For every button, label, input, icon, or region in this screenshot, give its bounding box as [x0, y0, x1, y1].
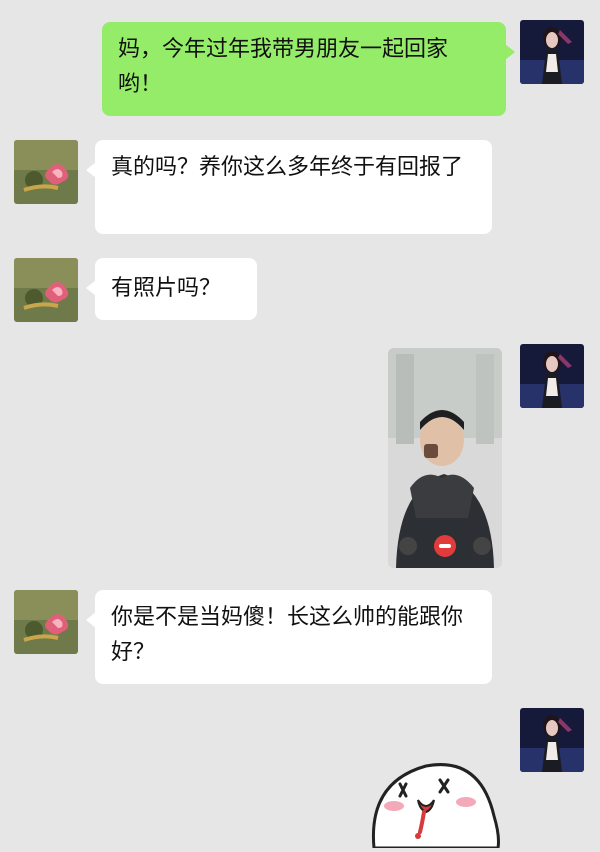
user-avatar-icon[interactable] [520, 708, 584, 772]
message-text: 你是不是当妈傻！长这么帅的能跟你好？ [111, 605, 464, 665]
message-bubble-outgoing[interactable]: 妈，今年过年我带男朋友一起回家哟！ [102, 22, 515, 116]
message-bubble-incoming[interactable]: 你是不是当妈傻！长这么帅的能跟你好？ [86, 590, 492, 684]
message-text: 真的吗？养你这么多年终于有回报了 [111, 155, 464, 180]
mom-avatar-flower-icon[interactable] [14, 258, 78, 322]
mom-avatar-flower-icon[interactable] [14, 140, 78, 204]
message-bubble-incoming[interactable]: 真的吗？养你这么多年终于有回报了 [86, 140, 492, 234]
chat-window: 妈，今年过年我带男朋友一起回家哟！ 真的吗？养你这么多年终于有回报了 有照片吗？… [0, 0, 600, 850]
user-avatar-icon[interactable] [520, 20, 584, 84]
message-text: 有照片吗？ [111, 276, 222, 301]
mom-avatar-flower-icon[interactable] [14, 590, 78, 654]
message-text: 妈，今年过年我带男朋友一起回家哟！ [118, 37, 449, 97]
shared-image-video-call[interactable] [388, 348, 502, 568]
user-avatar-icon[interactable] [520, 344, 584, 408]
message-bubble-incoming[interactable]: 有照片吗？ [86, 258, 257, 320]
bun-face-sticker[interactable] [360, 738, 510, 850]
